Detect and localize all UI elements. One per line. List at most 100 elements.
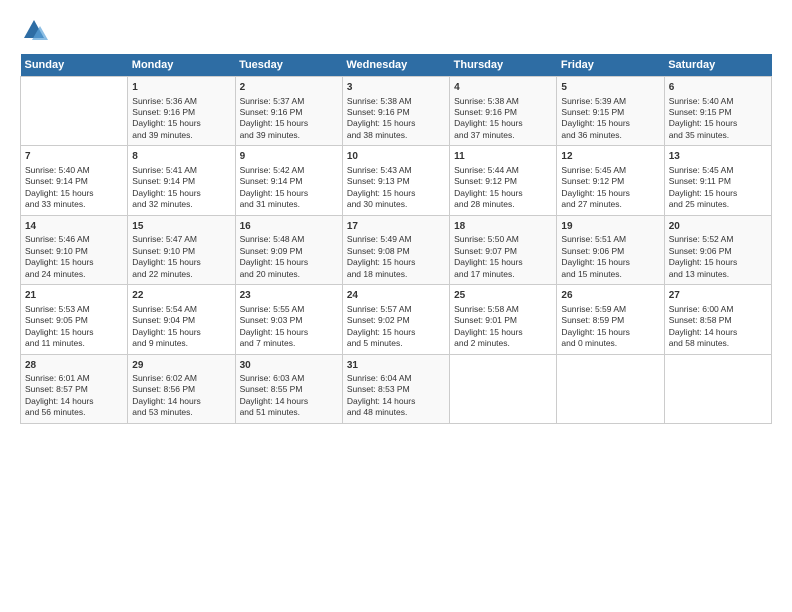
day-number: 27 xyxy=(669,289,767,303)
calendar-cell: 21Sunrise: 5:53 AM Sunset: 9:05 PM Dayli… xyxy=(21,285,128,354)
day-number: 3 xyxy=(347,81,445,95)
day-info: Sunrise: 5:38 AM Sunset: 9:16 PM Dayligh… xyxy=(454,96,552,142)
calendar-cell: 16Sunrise: 5:48 AM Sunset: 9:09 PM Dayli… xyxy=(235,215,342,284)
day-number: 7 xyxy=(25,150,123,164)
day-info: Sunrise: 5:58 AM Sunset: 9:01 PM Dayligh… xyxy=(454,304,552,350)
weekday-header-wednesday: Wednesday xyxy=(342,54,449,77)
day-number: 9 xyxy=(240,150,338,164)
day-number: 29 xyxy=(132,359,230,373)
day-number: 31 xyxy=(347,359,445,373)
day-info: Sunrise: 6:04 AM Sunset: 8:53 PM Dayligh… xyxy=(347,373,445,419)
day-info: Sunrise: 6:00 AM Sunset: 8:58 PM Dayligh… xyxy=(669,304,767,350)
page: SundayMondayTuesdayWednesdayThursdayFrid… xyxy=(0,0,792,612)
day-number: 12 xyxy=(561,150,659,164)
day-number: 8 xyxy=(132,150,230,164)
day-number: 15 xyxy=(132,220,230,234)
calendar-cell: 14Sunrise: 5:46 AM Sunset: 9:10 PM Dayli… xyxy=(21,215,128,284)
day-info: Sunrise: 5:53 AM Sunset: 9:05 PM Dayligh… xyxy=(25,304,123,350)
day-number: 4 xyxy=(454,81,552,95)
day-number: 14 xyxy=(25,220,123,234)
day-info: Sunrise: 5:41 AM Sunset: 9:14 PM Dayligh… xyxy=(132,165,230,211)
weekday-header-tuesday: Tuesday xyxy=(235,54,342,77)
calendar-cell: 18Sunrise: 5:50 AM Sunset: 9:07 PM Dayli… xyxy=(450,215,557,284)
day-number: 25 xyxy=(454,289,552,303)
calendar-cell: 1Sunrise: 5:36 AM Sunset: 9:16 PM Daylig… xyxy=(128,77,235,146)
calendar-cell xyxy=(664,354,771,423)
day-info: Sunrise: 5:38 AM Sunset: 9:16 PM Dayligh… xyxy=(347,96,445,142)
day-number: 23 xyxy=(240,289,338,303)
calendar-cell: 3Sunrise: 5:38 AM Sunset: 9:16 PM Daylig… xyxy=(342,77,449,146)
weekday-header-sunday: Sunday xyxy=(21,54,128,77)
calendar-cell: 19Sunrise: 5:51 AM Sunset: 9:06 PM Dayli… xyxy=(557,215,664,284)
day-number: 18 xyxy=(454,220,552,234)
calendar-cell: 10Sunrise: 5:43 AM Sunset: 9:13 PM Dayli… xyxy=(342,146,449,215)
day-number: 24 xyxy=(347,289,445,303)
calendar-cell: 29Sunrise: 6:02 AM Sunset: 8:56 PM Dayli… xyxy=(128,354,235,423)
day-info: Sunrise: 5:43 AM Sunset: 9:13 PM Dayligh… xyxy=(347,165,445,211)
calendar-cell: 2Sunrise: 5:37 AM Sunset: 9:16 PM Daylig… xyxy=(235,77,342,146)
day-number: 20 xyxy=(669,220,767,234)
day-info: Sunrise: 5:39 AM Sunset: 9:15 PM Dayligh… xyxy=(561,96,659,142)
day-number: 2 xyxy=(240,81,338,95)
calendar-cell: 28Sunrise: 6:01 AM Sunset: 8:57 PM Dayli… xyxy=(21,354,128,423)
day-info: Sunrise: 5:59 AM Sunset: 8:59 PM Dayligh… xyxy=(561,304,659,350)
day-info: Sunrise: 5:37 AM Sunset: 9:16 PM Dayligh… xyxy=(240,96,338,142)
day-info: Sunrise: 5:55 AM Sunset: 9:03 PM Dayligh… xyxy=(240,304,338,350)
day-number: 21 xyxy=(25,289,123,303)
calendar-cell: 5Sunrise: 5:39 AM Sunset: 9:15 PM Daylig… xyxy=(557,77,664,146)
day-number: 28 xyxy=(25,359,123,373)
week-row-5: 28Sunrise: 6:01 AM Sunset: 8:57 PM Dayli… xyxy=(21,354,772,423)
calendar-cell: 4Sunrise: 5:38 AM Sunset: 9:16 PM Daylig… xyxy=(450,77,557,146)
logo-icon xyxy=(20,16,48,44)
week-row-2: 7Sunrise: 5:40 AM Sunset: 9:14 PM Daylig… xyxy=(21,146,772,215)
day-info: Sunrise: 5:44 AM Sunset: 9:12 PM Dayligh… xyxy=(454,165,552,211)
day-number: 6 xyxy=(669,81,767,95)
calendar-cell: 30Sunrise: 6:03 AM Sunset: 8:55 PM Dayli… xyxy=(235,354,342,423)
day-info: Sunrise: 5:57 AM Sunset: 9:02 PM Dayligh… xyxy=(347,304,445,350)
header xyxy=(20,16,772,44)
calendar-cell: 25Sunrise: 5:58 AM Sunset: 9:01 PM Dayli… xyxy=(450,285,557,354)
day-info: Sunrise: 5:36 AM Sunset: 9:16 PM Dayligh… xyxy=(132,96,230,142)
calendar-cell: 11Sunrise: 5:44 AM Sunset: 9:12 PM Dayli… xyxy=(450,146,557,215)
week-row-3: 14Sunrise: 5:46 AM Sunset: 9:10 PM Dayli… xyxy=(21,215,772,284)
calendar-cell: 20Sunrise: 5:52 AM Sunset: 9:06 PM Dayli… xyxy=(664,215,771,284)
day-info: Sunrise: 5:40 AM Sunset: 9:14 PM Dayligh… xyxy=(25,165,123,211)
day-number: 1 xyxy=(132,81,230,95)
calendar-cell xyxy=(21,77,128,146)
calendar-cell: 8Sunrise: 5:41 AM Sunset: 9:14 PM Daylig… xyxy=(128,146,235,215)
calendar-cell: 13Sunrise: 5:45 AM Sunset: 9:11 PM Dayli… xyxy=(664,146,771,215)
calendar-cell: 9Sunrise: 5:42 AM Sunset: 9:14 PM Daylig… xyxy=(235,146,342,215)
day-info: Sunrise: 5:40 AM Sunset: 9:15 PM Dayligh… xyxy=(669,96,767,142)
weekday-header-saturday: Saturday xyxy=(664,54,771,77)
day-info: Sunrise: 5:45 AM Sunset: 9:12 PM Dayligh… xyxy=(561,165,659,211)
day-number: 22 xyxy=(132,289,230,303)
calendar-cell: 24Sunrise: 5:57 AM Sunset: 9:02 PM Dayli… xyxy=(342,285,449,354)
day-info: Sunrise: 5:49 AM Sunset: 9:08 PM Dayligh… xyxy=(347,234,445,280)
weekday-header-thursday: Thursday xyxy=(450,54,557,77)
calendar-cell: 15Sunrise: 5:47 AM Sunset: 9:10 PM Dayli… xyxy=(128,215,235,284)
calendar-cell: 23Sunrise: 5:55 AM Sunset: 9:03 PM Dayli… xyxy=(235,285,342,354)
day-number: 26 xyxy=(561,289,659,303)
calendar-cell: 12Sunrise: 5:45 AM Sunset: 9:12 PM Dayli… xyxy=(557,146,664,215)
day-info: Sunrise: 6:01 AM Sunset: 8:57 PM Dayligh… xyxy=(25,373,123,419)
calendar-cell: 26Sunrise: 5:59 AM Sunset: 8:59 PM Dayli… xyxy=(557,285,664,354)
day-number: 5 xyxy=(561,81,659,95)
day-info: Sunrise: 5:48 AM Sunset: 9:09 PM Dayligh… xyxy=(240,234,338,280)
day-info: Sunrise: 6:03 AM Sunset: 8:55 PM Dayligh… xyxy=(240,373,338,419)
day-info: Sunrise: 5:52 AM Sunset: 9:06 PM Dayligh… xyxy=(669,234,767,280)
day-info: Sunrise: 5:50 AM Sunset: 9:07 PM Dayligh… xyxy=(454,234,552,280)
calendar-cell: 6Sunrise: 5:40 AM Sunset: 9:15 PM Daylig… xyxy=(664,77,771,146)
day-info: Sunrise: 5:46 AM Sunset: 9:10 PM Dayligh… xyxy=(25,234,123,280)
weekday-header-monday: Monday xyxy=(128,54,235,77)
calendar-cell: 31Sunrise: 6:04 AM Sunset: 8:53 PM Dayli… xyxy=(342,354,449,423)
calendar-cell: 22Sunrise: 5:54 AM Sunset: 9:04 PM Dayli… xyxy=(128,285,235,354)
logo xyxy=(20,16,52,44)
day-info: Sunrise: 5:51 AM Sunset: 9:06 PM Dayligh… xyxy=(561,234,659,280)
day-info: Sunrise: 5:45 AM Sunset: 9:11 PM Dayligh… xyxy=(669,165,767,211)
week-row-4: 21Sunrise: 5:53 AM Sunset: 9:05 PM Dayli… xyxy=(21,285,772,354)
day-number: 10 xyxy=(347,150,445,164)
day-info: Sunrise: 5:54 AM Sunset: 9:04 PM Dayligh… xyxy=(132,304,230,350)
calendar-table: SundayMondayTuesdayWednesdayThursdayFrid… xyxy=(20,54,772,424)
day-info: Sunrise: 5:47 AM Sunset: 9:10 PM Dayligh… xyxy=(132,234,230,280)
day-number: 19 xyxy=(561,220,659,234)
